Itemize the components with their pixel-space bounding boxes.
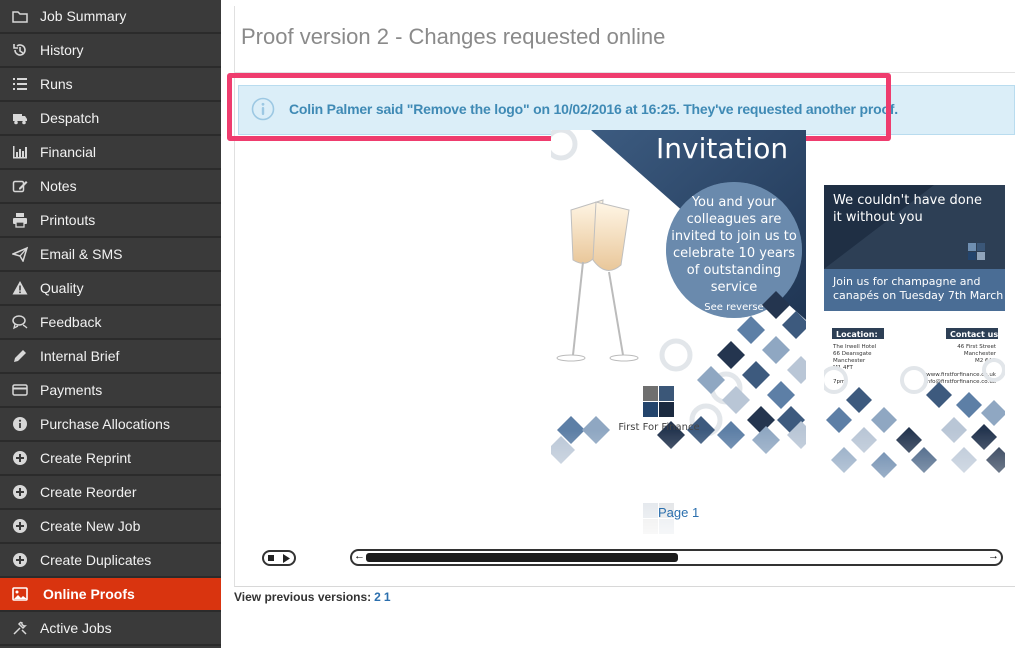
- page-number-label: Page 1: [658, 505, 700, 520]
- invitation-line: celebrate 10 years: [673, 246, 795, 261]
- sidebar-item-label: Financial: [40, 144, 97, 160]
- sidebar-item-label: Email & SMS: [40, 246, 123, 262]
- invitation-line: invited to join us to: [671, 229, 797, 244]
- page-title: Proof version 2 - Changes requested onli…: [241, 24, 666, 49]
- sidebar-item-notes[interactable]: Notes: [0, 170, 221, 204]
- sidebar-item-label: Printouts: [40, 212, 96, 228]
- sidebar-item-create-new-job[interactable]: Create New Job: [0, 510, 221, 544]
- sidebar-item-label: Payments: [40, 382, 103, 398]
- location-line: Manchester: [833, 358, 866, 364]
- reflection-fade: [551, 430, 1011, 545]
- play-icon[interactable]: [282, 553, 291, 563]
- invitation-line: colleagues are: [687, 212, 782, 227]
- sidebar-item-label: Despatch: [40, 110, 100, 126]
- pencil-icon: [0, 348, 40, 364]
- horizontal-scrollbar[interactable]: ← →: [350, 549, 1003, 566]
- svg-text:Contact us:: Contact us:: [950, 330, 1001, 339]
- scrollbar-thumb[interactable]: [366, 553, 678, 562]
- tools-icon: [0, 620, 40, 636]
- location-line: 66 Deansgate: [833, 351, 872, 357]
- history-icon: [0, 42, 40, 58]
- printer-icon: [0, 212, 40, 228]
- sidebar-item-email-sms[interactable]: Email & SMS: [0, 238, 221, 272]
- bar-chart-icon: [0, 144, 40, 160]
- see-reverse-text: See reverse: [704, 302, 763, 313]
- sidebar-item-label: Create Reorder: [40, 484, 137, 500]
- stop-icon[interactable]: [267, 554, 276, 562]
- previous-versions-label: View previous versions:: [234, 590, 372, 604]
- arrow-left-icon[interactable]: ←: [354, 550, 365, 562]
- playback-control[interactable]: [262, 550, 296, 566]
- sidebar-item-quality[interactable]: Quality: [0, 272, 221, 306]
- contact-line: 46 First Street: [957, 344, 997, 350]
- join-line: Join us for champagne and: [832, 275, 980, 288]
- truck-icon: [0, 110, 40, 126]
- sidebar-item-purchase-allocations[interactable]: Purchase Allocations: [0, 408, 221, 442]
- sidebar-item-feedback[interactable]: Feedback: [0, 306, 221, 340]
- sidebar-item-printouts[interactable]: Printouts: [0, 204, 221, 238]
- previous-versions: View previous versions: 2 1: [234, 590, 391, 604]
- sidebar-item-label: Create Reprint: [40, 450, 132, 466]
- thanks-line: We couldn't have done: [833, 193, 982, 208]
- version-link-2[interactable]: 2: [374, 590, 381, 604]
- image-icon: [0, 586, 40, 602]
- svg-text:Location:: Location:: [836, 330, 878, 339]
- plus-circle-icon: [0, 552, 40, 568]
- sidebar-item-label: Online Proofs: [43, 586, 135, 602]
- proof-viewer[interactable]: Invitation You and your colleagues are inv…: [551, 130, 1011, 545]
- sidebar-item-internal-brief[interactable]: Internal Brief: [0, 340, 221, 374]
- sidebar: Job Summary History Runs Despatch Financial N…: [0, 0, 221, 648]
- invitation-line: service: [711, 280, 758, 295]
- sidebar-item-active-jobs[interactable]: Active Jobs: [0, 612, 221, 646]
- thanks-line: it without you: [833, 210, 923, 225]
- arrow-right-icon[interactable]: →: [988, 550, 999, 562]
- location-line: The Irwell Hotel: [832, 344, 877, 350]
- sidebar-item-label: Runs: [40, 76, 73, 92]
- sidebar-item-label: Create Duplicates: [40, 552, 152, 568]
- contact-line: info@firstforfinance.co.uk: [925, 379, 997, 385]
- sidebar-item-label: Quality: [40, 280, 84, 296]
- sidebar-item-label: Active Jobs: [40, 620, 112, 636]
- sidebar-item-label: Create New Job: [40, 518, 141, 534]
- credit-card-icon: [0, 382, 40, 398]
- edit-icon: [0, 178, 40, 194]
- sidebar-item-label: Feedback: [40, 314, 102, 330]
- invitation-line: You and your: [691, 195, 777, 210]
- sidebar-item-label: Internal Brief: [40, 348, 120, 364]
- contact-line: Manchester: [964, 351, 997, 357]
- sidebar-item-financial[interactable]: Financial: [0, 136, 221, 170]
- sidebar-item-online-proofs[interactable]: Online Proofs: [0, 578, 221, 612]
- sidebar-item-create-reorder[interactable]: Create Reorder: [0, 476, 221, 510]
- sidebar-item-create-duplicates[interactable]: Create Duplicates: [0, 544, 221, 578]
- plus-circle-icon: [0, 484, 40, 500]
- invitation-heading: Invitation: [656, 132, 788, 165]
- sidebar-item-label: Notes: [40, 178, 77, 194]
- sidebar-item-history[interactable]: History: [0, 34, 221, 68]
- paper-plane-icon: [0, 246, 40, 262]
- sidebar-item-job-summary[interactable]: Job Summary: [0, 0, 221, 34]
- sidebar-item-label: History: [40, 42, 84, 58]
- join-line: canapés on Tuesday 7th March: [833, 289, 1003, 302]
- sidebar-item-runs[interactable]: Runs: [0, 68, 221, 102]
- sidebar-item-label: Job Summary: [40, 8, 127, 24]
- plus-circle-icon: [0, 518, 40, 534]
- invitation-line: of outstanding: [687, 263, 781, 278]
- version-link-1[interactable]: 1: [384, 590, 391, 604]
- plus-circle-icon: [0, 450, 40, 466]
- comments-icon: [0, 314, 40, 330]
- warning-icon: [0, 280, 40, 296]
- list-icon: [0, 76, 40, 92]
- sidebar-item-payments[interactable]: Payments: [0, 374, 221, 408]
- sidebar-item-create-reprint[interactable]: Create Reprint: [0, 442, 221, 476]
- sidebar-item-despatch[interactable]: Despatch: [0, 102, 221, 136]
- sidebar-item-label: Purchase Allocations: [40, 416, 170, 432]
- folder-open-icon: [0, 8, 40, 24]
- info-circle-icon: [0, 416, 40, 432]
